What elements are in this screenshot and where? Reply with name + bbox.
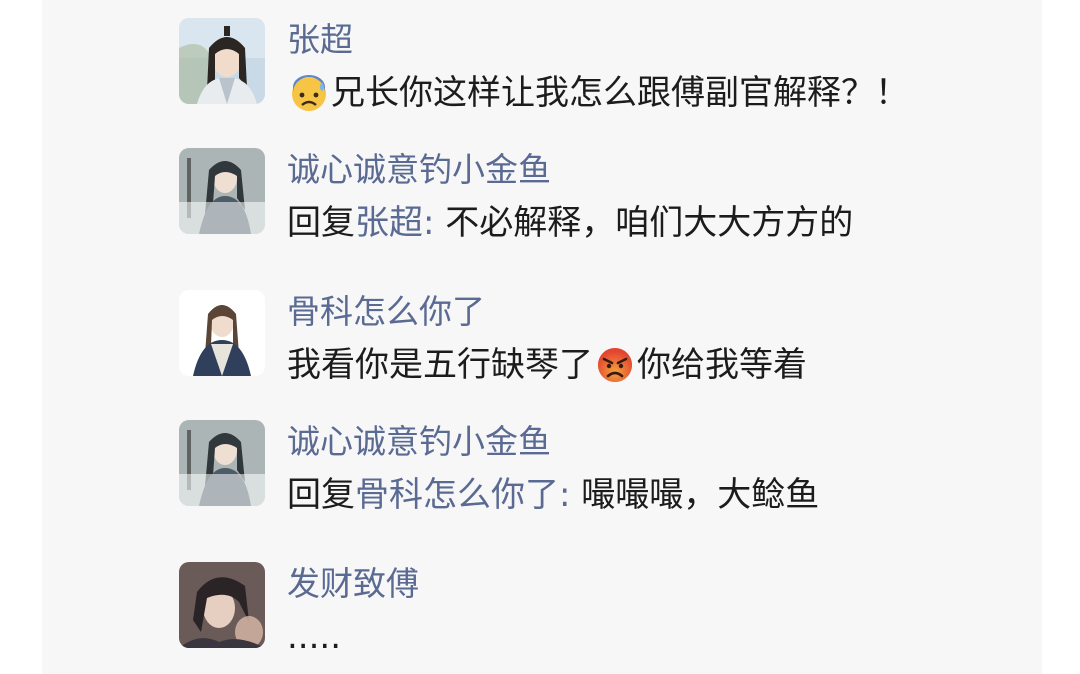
anxious-sweat-emoji-icon	[289, 73, 329, 113]
comment-text: .....	[287, 616, 341, 658]
message-body-start: 我看你是五行缺琴了	[287, 345, 593, 385]
avatar[interactable]	[179, 420, 265, 506]
reply-target-link[interactable]: 张超:	[355, 202, 434, 244]
avatar[interactable]	[179, 18, 265, 104]
comment-text: 回复 骨科怎么你了: 嘬嘬嘬，大鲶鱼	[287, 474, 819, 516]
message-body: 兄长你这样让我怎么跟傅副官解释？！	[331, 73, 909, 113]
avatar[interactable]	[179, 148, 265, 234]
comment-text: 我看你是五行缺琴了 你给我等着	[287, 344, 807, 386]
username[interactable]: 张超	[287, 20, 353, 60]
avatar[interactable]	[179, 290, 265, 376]
reply-target-link[interactable]: 骨科怎么你了:	[355, 474, 570, 516]
comment-text: 兄长你这样让我怎么跟傅副官解释？！	[287, 72, 909, 114]
username[interactable]: 诚心诚意钓小金鱼	[287, 150, 551, 190]
reply-prefix: 回复	[287, 203, 355, 243]
username[interactable]: 发财致傅	[287, 564, 419, 604]
angry-face-emoji-icon	[595, 345, 635, 385]
comment-text: 回复 张超: 不必解释，咱们大大方方的	[287, 202, 853, 244]
message-body: 嘬嘬嘬，大鲶鱼	[570, 475, 820, 515]
username[interactable]: 骨科怎么你了	[287, 292, 485, 332]
avatar[interactable]	[179, 562, 265, 648]
comment-panel: 张超 兄长你这样让我怎么跟傅副官解释？！ 诚心诚意钓小金鱼 回复 张超: 不必解…	[42, 0, 1042, 674]
message-body-end: 你给我等着	[637, 345, 807, 385]
username[interactable]: 诚心诚意钓小金鱼	[287, 422, 551, 462]
reply-prefix: 回复	[287, 475, 355, 515]
message-body: 不必解释，咱们大大方方的	[434, 203, 854, 243]
message-body: .....	[287, 617, 342, 657]
